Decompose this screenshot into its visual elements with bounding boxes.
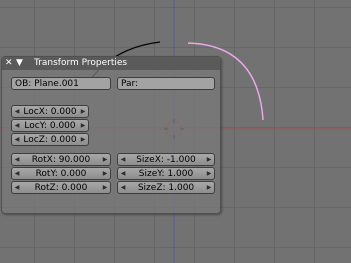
locy-field[interactable]: ◀ LocY: 0.000 ▶ bbox=[11, 119, 89, 132]
locy-value: LocY: 0.000 bbox=[24, 121, 76, 131]
rotz-value: RotZ: 0.000 bbox=[34, 183, 88, 193]
transform-properties-panel: ✕ ▼ Transform Properties OB: Plane.001 P… bbox=[1, 56, 221, 214]
increment-arrow-icon[interactable]: ▶ bbox=[205, 154, 213, 166]
increment-arrow-icon[interactable]: ▶ bbox=[101, 154, 109, 166]
decrement-arrow-icon[interactable]: ◀ bbox=[119, 154, 127, 166]
rotx-value: RotX: 90.000 bbox=[31, 155, 91, 165]
parent-field[interactable]: Par: bbox=[117, 77, 215, 90]
rotx-field[interactable]: ◀ RotX: 90.000 ▶ bbox=[11, 153, 111, 166]
decrement-arrow-icon[interactable]: ◀ bbox=[119, 168, 127, 180]
increment-arrow-icon[interactable]: ▶ bbox=[79, 106, 87, 118]
decrement-arrow-icon[interactable]: ◀ bbox=[13, 154, 21, 166]
decrement-arrow-icon[interactable]: ◀ bbox=[13, 106, 21, 118]
sizez-field[interactable]: ◀ SizeZ: 1.000 ▶ bbox=[117, 181, 215, 194]
increment-arrow-icon[interactable]: ▶ bbox=[101, 168, 109, 180]
sizey-value: SizeY: 1.000 bbox=[138, 169, 194, 179]
sizex-field[interactable]: ◀ SizeX: -1.000 ▶ bbox=[117, 153, 215, 166]
locx-field[interactable]: ◀ LocX: 0.000 ▶ bbox=[11, 105, 89, 118]
roty-value: RotY: 0.000 bbox=[35, 169, 87, 179]
sizey-field[interactable]: ◀ SizeY: 1.000 ▶ bbox=[117, 167, 215, 180]
locx-value: LocX: 0.000 bbox=[23, 107, 77, 117]
panel-header[interactable]: ✕ ▼ Transform Properties bbox=[2, 57, 220, 70]
close-icon[interactable]: ✕ bbox=[5, 57, 13, 70]
rotz-field[interactable]: ◀ RotZ: 0.000 ▶ bbox=[11, 181, 111, 194]
sizez-value: SizeZ: 1.000 bbox=[137, 183, 195, 193]
locz-field[interactable]: ◀ LocZ: 0.000 ▶ bbox=[11, 133, 89, 146]
increment-arrow-icon[interactable]: ▶ bbox=[101, 182, 109, 194]
decrement-arrow-icon[interactable]: ◀ bbox=[13, 120, 21, 132]
sizex-value: SizeX: -1.000 bbox=[136, 155, 196, 165]
roty-field[interactable]: ◀ RotY: 0.000 ▶ bbox=[11, 167, 111, 180]
increment-arrow-icon[interactable]: ▶ bbox=[205, 182, 213, 194]
object-name-field[interactable]: OB: Plane.001 bbox=[11, 77, 111, 90]
increment-arrow-icon[interactable]: ▶ bbox=[79, 120, 87, 132]
collapse-triangle-icon[interactable]: ▼ bbox=[16, 57, 23, 70]
decrement-arrow-icon[interactable]: ◀ bbox=[13, 168, 21, 180]
object-name-text: OB: Plane.001 bbox=[15, 79, 79, 89]
decrement-arrow-icon[interactable]: ◀ bbox=[13, 134, 21, 146]
increment-arrow-icon[interactable]: ▶ bbox=[79, 134, 87, 146]
parent-text: Par: bbox=[121, 79, 139, 89]
increment-arrow-icon[interactable]: ▶ bbox=[205, 168, 213, 180]
decrement-arrow-icon[interactable]: ◀ bbox=[119, 182, 127, 194]
decrement-arrow-icon[interactable]: ◀ bbox=[13, 182, 21, 194]
locz-value: LocZ: 0.000 bbox=[23, 135, 77, 145]
panel-title: Transform Properties bbox=[34, 58, 128, 68]
